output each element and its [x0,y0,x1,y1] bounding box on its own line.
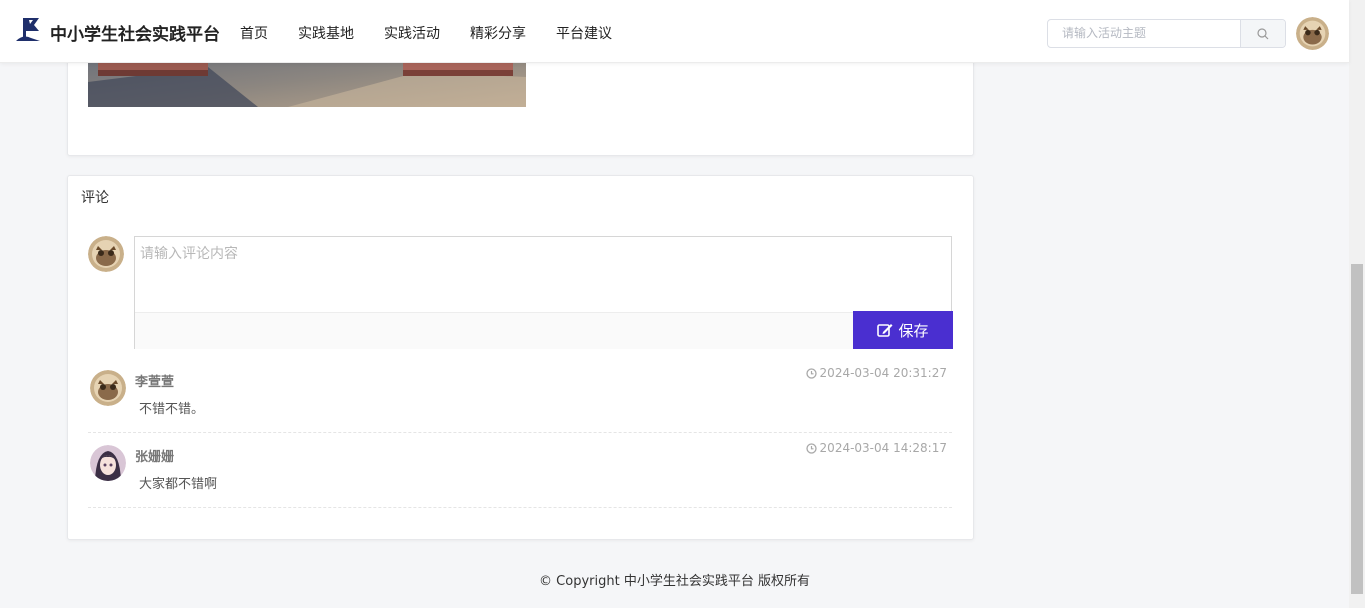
nav-item-bases[interactable]: 实践基地 [298,23,354,43]
editor-toolbar [135,312,951,349]
brand-title[interactable]: 中小学生社会实践平台 [50,20,220,45]
current-user-avatar [88,236,124,272]
commenter-avatar [90,445,126,481]
save-button[interactable]: 保存 [853,311,953,349]
comment-input[interactable] [135,237,950,315]
top-navbar: 中小学生社会实践平台 首页 实践基地 实践活动 精彩分享 平台建议 [0,0,1349,63]
nav-item-activities[interactable]: 实践活动 [384,23,440,43]
footer-copyright: © Copyright 中小学生社会实践平台 版权所有 [539,574,810,589]
page-scrollbar-thumb[interactable] [1351,264,1363,594]
nav-item-home[interactable]: 首页 [240,23,268,43]
comment-text: 大家都不错啊 [139,477,218,492]
search-icon [1257,27,1269,39]
comment-time-text: 2024-03-04 14:28:17 [819,441,947,455]
comment-text: 不错不错。 [139,402,205,417]
comment-time-text: 2024-03-04 20:31:27 [819,366,947,380]
flag-logo-icon[interactable] [14,16,42,44]
commenter-name: 李萱萱 [135,375,175,390]
comment-editor [134,236,952,349]
comments-title: 评论 [81,190,109,206]
comment-item: 李萱萱 不错不错。 2024-03-04 20:31:27 [88,360,952,433]
comment-item: 张姗姗 大家都不错啊 2024-03-04 14:28:17 [88,435,952,508]
user-avatar[interactable] [1296,17,1329,50]
nav-item-shares[interactable]: 精彩分享 [470,23,526,43]
main-nav: 首页 实践基地 实践活动 精彩分享 平台建议 [240,23,612,43]
commenter-name: 张姗姗 [135,450,175,465]
comment-time: 2024-03-04 20:31:27 [805,366,947,380]
search-button[interactable] [1240,20,1285,47]
search-input[interactable] [1048,20,1242,45]
nav-item-suggestions[interactable]: 平台建议 [556,23,612,43]
clock-icon [805,442,817,454]
comment-time: 2024-03-04 14:28:17 [805,441,947,455]
search-box [1047,19,1286,48]
edit-icon [877,323,893,337]
commenter-avatar [90,370,126,406]
clock-icon [805,367,817,379]
save-button-label: 保存 [898,321,929,340]
